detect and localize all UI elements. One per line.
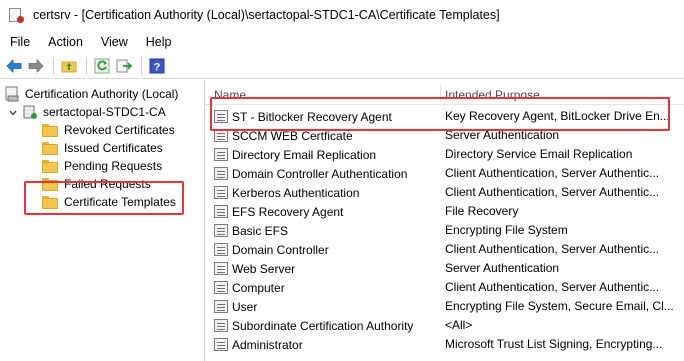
table-row[interactable]: ST - Bitlocker Recovery Agent Key Recove…	[206, 107, 684, 126]
console-tree: Certification Authority (Local) sertacto…	[0, 80, 205, 361]
template-name: Domain Controller Authentication	[232, 166, 408, 181]
refresh-icon[interactable]	[92, 56, 112, 76]
template-purpose: Client Authentication, Server Authentic.…	[445, 280, 660, 294]
certificate-template-icon	[214, 205, 228, 218]
table-row[interactable]: Domain Controller Client Authentication,…	[206, 240, 684, 259]
folder-icon	[42, 159, 58, 173]
header-divider	[206, 104, 684, 105]
table-row[interactable]: Web Server Server Authentication	[206, 259, 684, 278]
template-name: ST - Bitlocker Recovery Agent	[232, 109, 392, 124]
template-name: Subordinate Certification Authority	[232, 318, 414, 333]
certificate-template-icon	[214, 338, 228, 351]
tree-root-label: Certification Authority (Local)	[25, 87, 179, 101]
certificate-template-icon	[214, 319, 228, 332]
certificate-template-icon	[214, 129, 228, 142]
template-name: Kerberos Authentication	[232, 185, 360, 200]
menu-file[interactable]: File	[0, 35, 38, 49]
table-row[interactable]: Basic EFS Encrypting File System	[206, 221, 684, 240]
template-name: EFS Recovery Agent	[232, 204, 344, 219]
certificate-template-icon	[214, 224, 228, 237]
forward-arrow-icon[interactable]	[26, 56, 46, 76]
folder-icon	[42, 123, 58, 137]
folder-icon	[42, 141, 58, 155]
tree-ca-node[interactable]: sertactopal-STDC1-CA	[8, 103, 166, 121]
toolbar-separator	[53, 56, 54, 75]
certificate-template-icon	[214, 262, 228, 275]
template-purpose: Client Authentication, Server Authentic.…	[445, 185, 660, 199]
window-title: certsrv - [Certification Authority (Loca…	[33, 8, 500, 22]
template-name: Domain Controller	[232, 242, 329, 257]
template-purpose: Encrypting File System	[445, 223, 568, 237]
certificate-app-icon	[8, 7, 24, 23]
table-row[interactable]: Domain Controller Authentication Client …	[206, 164, 684, 183]
template-name: SCCM WEB Certficate	[232, 128, 353, 143]
certificate-template-icon	[214, 243, 228, 256]
up-folder-icon[interactable]	[59, 56, 79, 76]
back-arrow-icon[interactable]	[4, 56, 24, 76]
template-name: Web Server	[232, 261, 296, 276]
tree-item-label: Failed Requests	[64, 177, 151, 191]
export-list-icon[interactable]	[114, 56, 134, 76]
table-row[interactable]: Directory Email Replication Directory Se…	[206, 145, 684, 164]
toolbar-separator	[86, 56, 87, 75]
column-header-name[interactable]: Name	[214, 80, 246, 104]
tree-item-failed-requests[interactable]: Failed Requests	[42, 175, 151, 193]
table-row[interactable]: SCCM WEB Certficate Server Authenticatio…	[206, 126, 684, 145]
template-name: Administrator	[232, 337, 303, 352]
template-purpose: Server Authentication	[445, 128, 560, 142]
certification-authority-icon	[4, 86, 20, 102]
certificate-template-icon	[214, 186, 228, 199]
table-row[interactable]: Administrator Microsoft Trust List Signi…	[206, 335, 684, 354]
template-purpose: Key Recovery Agent, BitLocker Drive En..…	[445, 109, 670, 123]
table-row[interactable]: User Encrypting File System, Secure Emai…	[206, 297, 684, 316]
help-icon[interactable]: ?	[147, 56, 167, 76]
template-name: Computer	[232, 280, 285, 295]
template-purpose: Client Authentication, Server Authentic.…	[445, 242, 660, 256]
certificate-template-icon	[214, 281, 228, 294]
certificate-template-icon	[214, 300, 228, 313]
svg-text:?: ?	[154, 61, 161, 73]
toolbar-separator	[141, 56, 142, 75]
ca-server-icon	[22, 104, 38, 120]
template-purpose: Client Authentication, Server Authentic.…	[445, 166, 660, 180]
table-row[interactable]: EFS Recovery Agent File Recovery	[206, 202, 684, 221]
column-divider[interactable]	[440, 84, 441, 102]
toolbar: ?	[0, 53, 684, 79]
menu-bar: File Action View Help	[0, 32, 684, 52]
tree-ca-label: sertactopal-STDC1-CA	[43, 105, 166, 119]
folder-icon	[42, 195, 58, 209]
template-purpose: <All>	[445, 318, 473, 332]
template-list: Name Intended Purpose ST - Bitlocker Rec…	[206, 80, 684, 361]
menu-help[interactable]: Help	[136, 35, 180, 49]
template-name: User	[232, 299, 258, 314]
tree-item-label: Pending Requests	[64, 159, 163, 173]
certificate-template-icon	[214, 167, 228, 180]
tree-root[interactable]: Certification Authority (Local)	[4, 85, 178, 103]
template-purpose: Microsoft Trust List Signing, Encrypting…	[445, 337, 663, 351]
tree-item-label: Certificate Templates	[64, 195, 176, 209]
template-name: Basic EFS	[232, 223, 289, 238]
certificate-template-icon	[214, 110, 228, 123]
template-purpose: Directory Service Email Replication	[445, 147, 633, 161]
title-bar: certsrv - [Certification Authority (Loca…	[0, 0, 684, 30]
column-header-intended-purpose[interactable]: Intended Purpose	[445, 80, 540, 104]
table-row[interactable]: Subordinate Certification Authority <All…	[206, 316, 684, 335]
tree-item-certificate-templates[interactable]: Certificate Templates	[42, 193, 176, 211]
table-row[interactable]: Computer Client Authentication, Server A…	[206, 278, 684, 297]
tree-item-label: Issued Certificates	[64, 141, 163, 155]
template-purpose: Server Authentication	[445, 261, 560, 275]
table-row[interactable]: Kerberos Authentication Client Authentic…	[206, 183, 684, 202]
tree-item-pending-requests[interactable]: Pending Requests	[42, 157, 162, 175]
tree-item-revoked-certificates[interactable]: Revoked Certificates	[42, 121, 175, 139]
template-purpose: File Recovery	[445, 204, 519, 218]
tree-item-issued-certificates[interactable]: Issued Certificates	[42, 139, 163, 157]
tree-item-label: Revoked Certificates	[64, 123, 175, 137]
template-name: Directory Email Replication	[232, 147, 377, 162]
folder-icon	[42, 177, 58, 191]
certificate-template-icon	[214, 148, 228, 161]
menu-view[interactable]: View	[91, 35, 136, 49]
template-purpose: Encrypting File System, Secure Email, Cl…	[445, 299, 674, 313]
menu-action[interactable]: Action	[38, 35, 91, 49]
chevron-down-icon[interactable]	[8, 107, 18, 117]
